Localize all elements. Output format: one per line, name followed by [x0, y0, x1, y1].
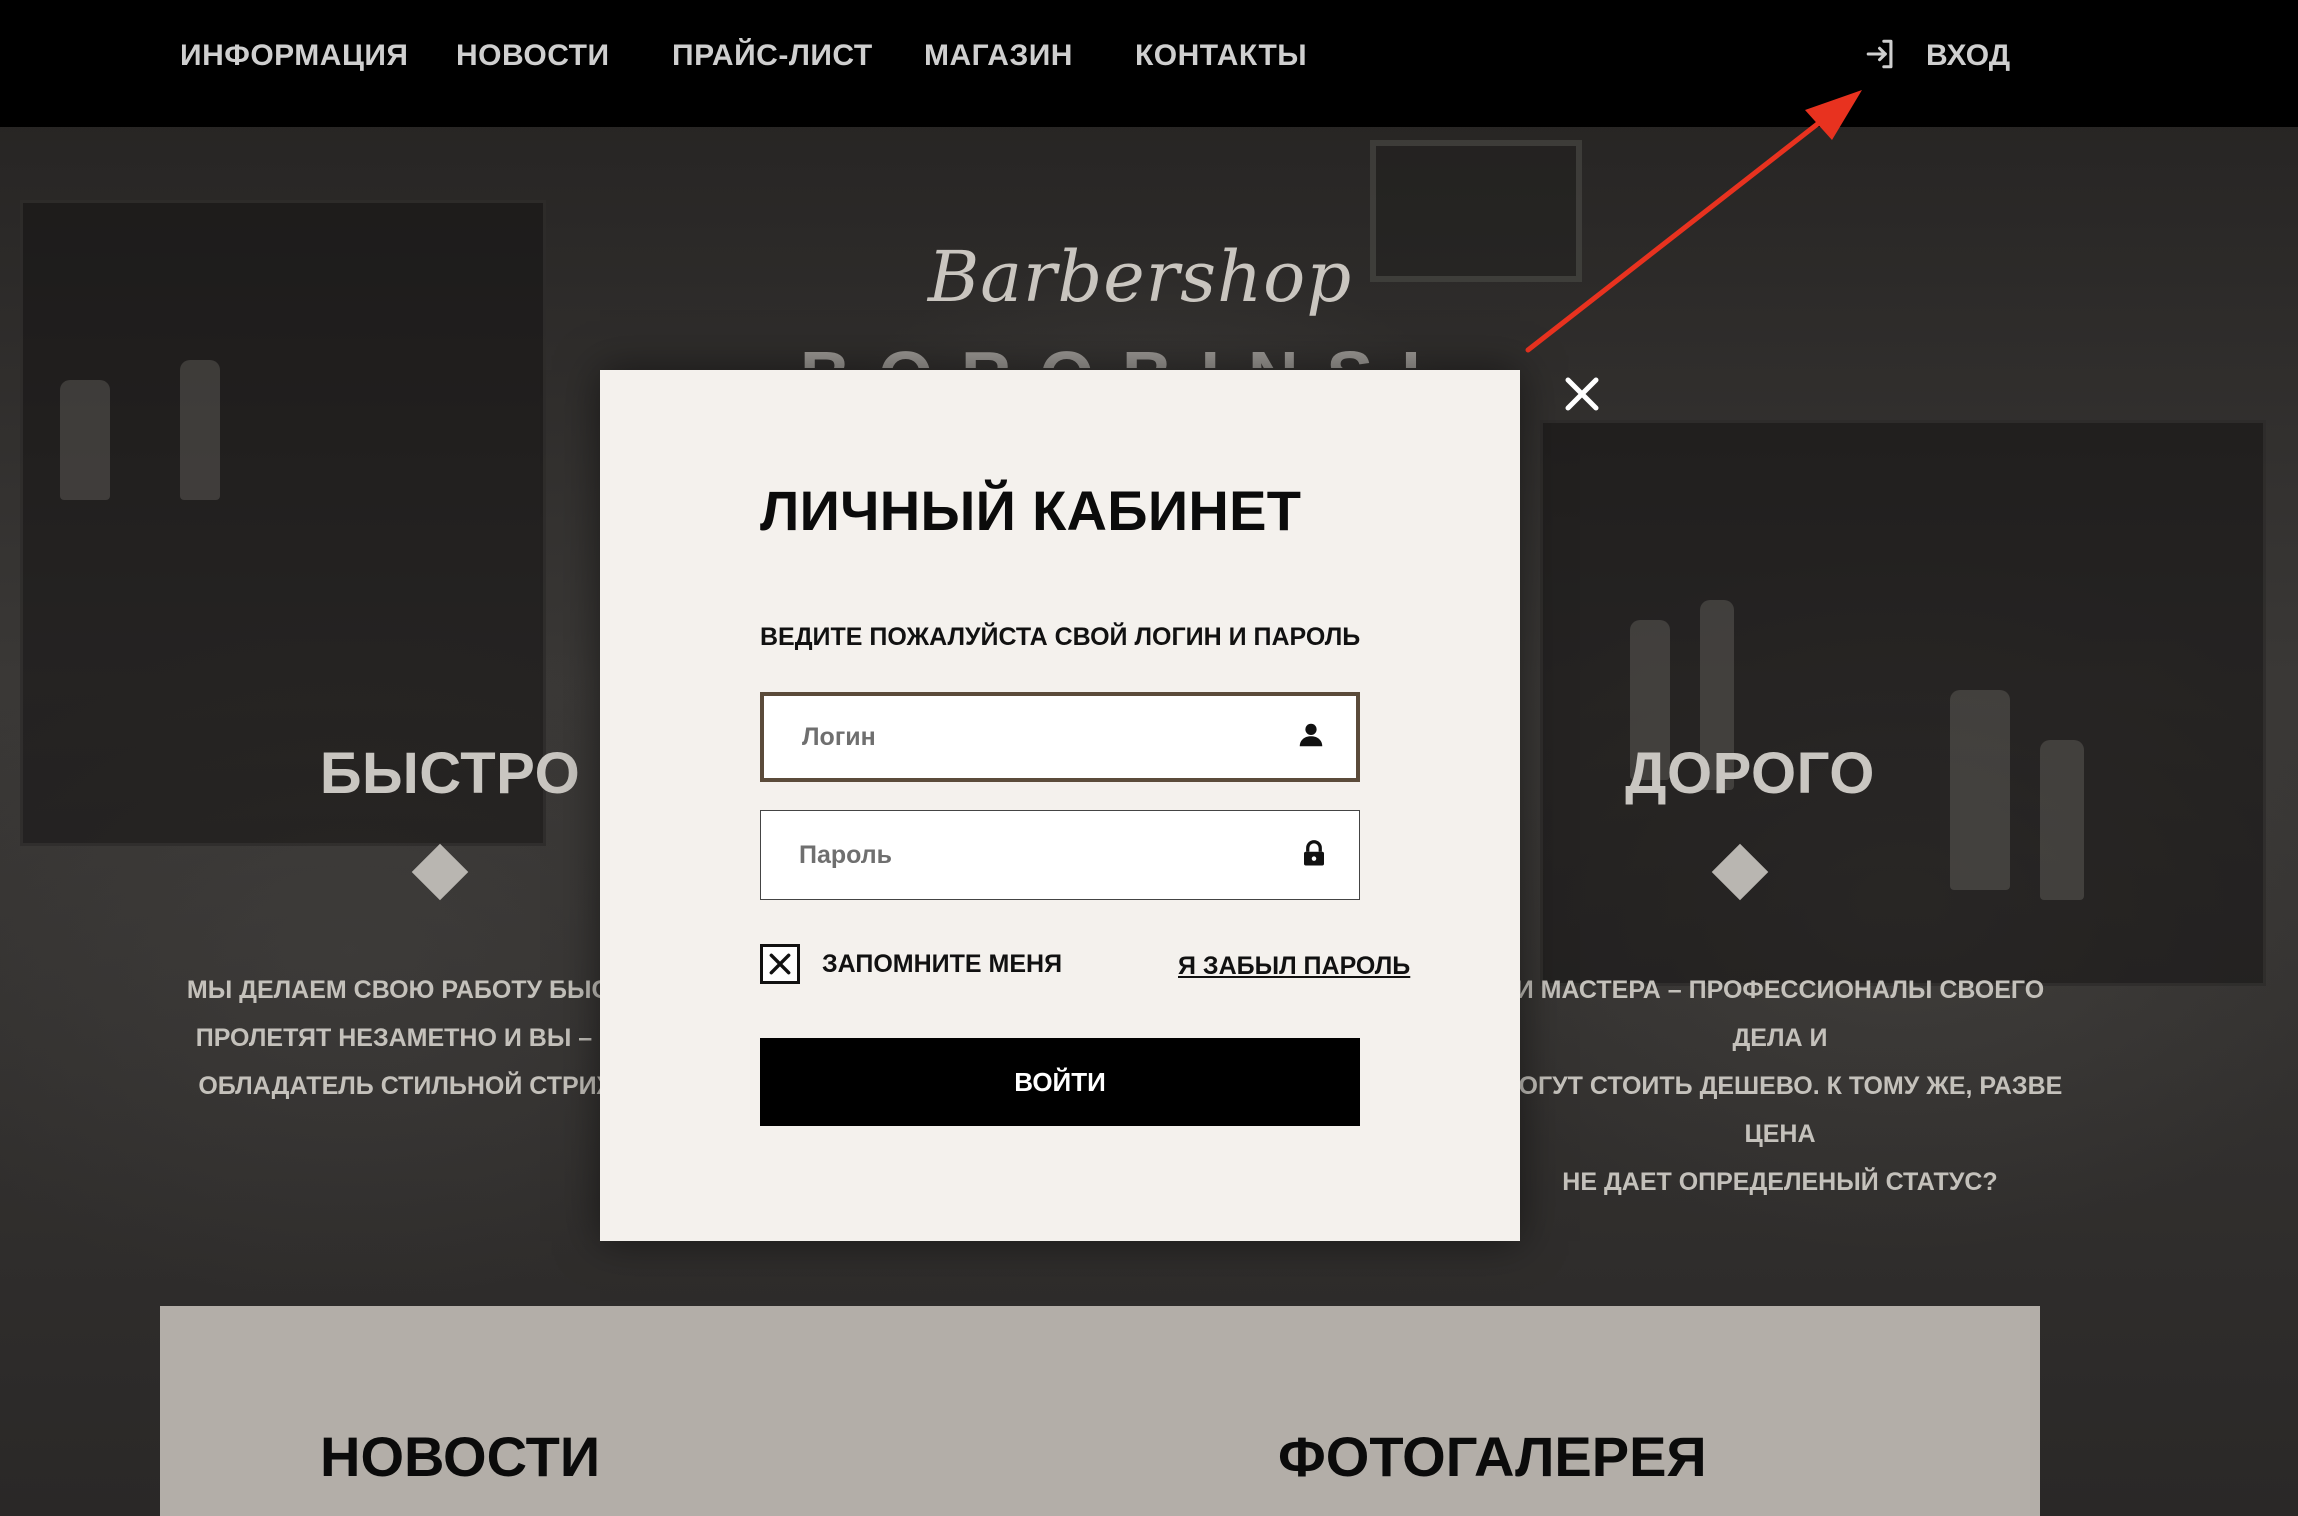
- feature-text-line: И МАСТЕРА – ПРОФЕССИОНАЛЫ СВОЕГО ДЕЛА И: [1515, 976, 2045, 1052]
- check-x-icon: [769, 953, 791, 975]
- password-field[interactable]: [760, 810, 1360, 900]
- feature-text-line: НЕ ДАЕТ ОПРЕДЕЛЕНЫЙ СТАТУС?: [1562, 1168, 1998, 1196]
- nav-item-shop[interactable]: МАГАЗИН: [924, 34, 1073, 78]
- remember-me-label: ЗАПОМНИТЕ МЕНЯ: [822, 949, 1063, 978]
- nav-item-news[interactable]: НОВОСТИ: [456, 34, 610, 78]
- feature-text-line: МОГУТ СТОИТЬ ДЕШЕВО. К ТОМУ ЖЕ, РАЗВЕ ЦЕ…: [1497, 1072, 2063, 1148]
- feature-text-expensive: И МАСТЕРА – ПРОФЕССИОНАЛЫ СВОЕГО ДЕЛА И …: [1480, 966, 2080, 1206]
- brand-name-partial: BOROBINSKI: [800, 344, 1420, 368]
- nav-item-price-list[interactable]: ПРАЙС-ЛИСТ: [672, 34, 873, 78]
- login-link[interactable]: ВХОД: [1864, 34, 2010, 78]
- login-input[interactable]: [800, 721, 1244, 753]
- bg-bottle: [1950, 690, 2010, 890]
- login-submit-button[interactable]: ВОЙТИ: [760, 1038, 1360, 1126]
- forgot-password-link[interactable]: Я ЗАБЫЛ ПАРОЛЬ: [1178, 952, 1410, 981]
- gallery-section-title: ФОТОГАЛЕРЕЯ: [1278, 1425, 1707, 1488]
- nav-item-contacts[interactable]: КОНТАКТЫ: [1135, 34, 1307, 78]
- login-label: ВХОД: [1926, 39, 2011, 72]
- remember-me-checkbox[interactable]: [760, 944, 800, 984]
- annotation-arrow-icon: [1525, 90, 1862, 353]
- news-section-title: НОВОСТИ: [320, 1425, 601, 1488]
- modal-subtitle: ВЕДИТЕ ПОЖАЛУЙСТА СВОЙ ЛОГИН И ПАРОЛЬ: [760, 623, 1361, 651]
- modal-title: ЛИЧНЫЙ КАБИНЕТ: [760, 479, 1302, 542]
- top-navigation-bar: ИНФОРМАЦИЯ НОВОСТИ ПРАЙС-ЛИСТ МАГАЗИН КО…: [0, 0, 2298, 127]
- user-icon: [1296, 720, 1326, 755]
- feature-title-fast: БЫСТРО: [319, 741, 581, 806]
- nav-item-information[interactable]: ИНФОРМАЦИЯ: [180, 34, 408, 78]
- bg-bottle: [2040, 740, 2084, 900]
- bg-bottle: [180, 360, 220, 500]
- bottom-content-panel: НОВОСТИ ФОТОГАЛЕРЕЯ: [160, 1306, 2040, 1516]
- feature-title-expensive: ДОРОГО: [1625, 741, 1875, 806]
- password-input[interactable]: [797, 839, 1241, 871]
- brand-script-title: Barbershop: [927, 236, 1353, 318]
- bg-bottle: [60, 380, 110, 500]
- login-icon: [1864, 37, 1898, 76]
- lock-icon: [1299, 838, 1329, 873]
- login-field[interactable]: [760, 692, 1360, 782]
- remember-me-toggle[interactable]: ЗАПОМНИТЕ МЕНЯ: [760, 944, 1062, 984]
- close-icon[interactable]: [1560, 372, 1604, 416]
